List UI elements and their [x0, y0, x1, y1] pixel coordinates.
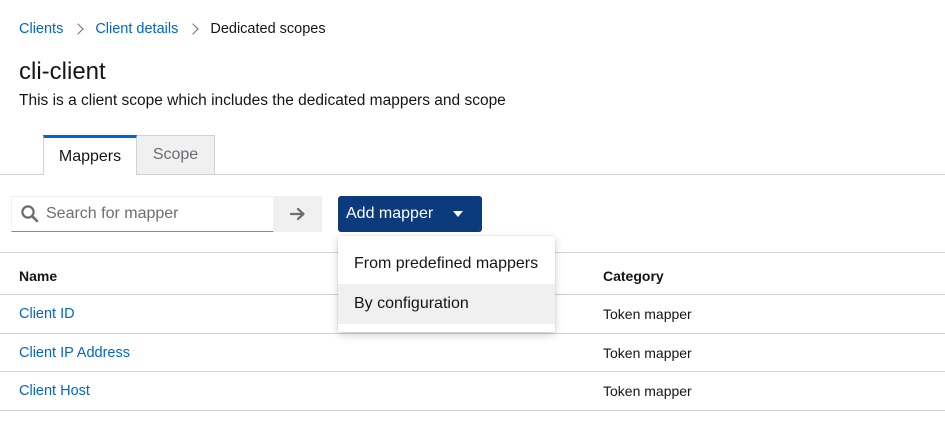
tabs-divider	[0, 174, 945, 175]
search-submit-button[interactable]	[274, 196, 322, 232]
table-row-category: Token mapper	[603, 306, 692, 322]
menu-item-from-predefined-mappers[interactable]: From predefined mappers	[338, 244, 555, 284]
column-header-name[interactable]: Name	[19, 268, 57, 284]
menu-item-label: By configuration	[354, 295, 469, 312]
chevron-right-icon	[72, 23, 84, 35]
add-mapper-button[interactable]: Add mapper	[338, 196, 482, 232]
row-divider	[0, 410, 945, 411]
table-row-name-link[interactable]: Client IP Address	[19, 345, 130, 361]
add-mapper-dropdown-menu: From predefined mappers By configuration	[338, 236, 555, 332]
breadcrumb: Clients Client details Dedicated scopes	[19, 20, 326, 38]
search-icon	[21, 205, 39, 223]
breadcrumb-client-details-link[interactable]: Client details	[95, 20, 178, 38]
table-row-category: Token mapper	[603, 345, 692, 361]
table-row-name-link[interactable]: Client Host	[19, 383, 90, 399]
row-divider	[0, 371, 945, 372]
page: Clients Client details Dedicated scopes …	[0, 0, 945, 448]
column-header-category[interactable]: Category	[603, 268, 664, 284]
search-input[interactable]	[46, 205, 266, 223]
row-divider	[0, 333, 945, 334]
tab-scope-label: Scope	[152, 146, 199, 163]
table-row-category: Token mapper	[603, 383, 692, 399]
menu-item-by-configuration[interactable]: By configuration	[338, 284, 555, 324]
arrow-right-icon	[290, 207, 305, 221]
tab-mappers[interactable]: Mappers	[43, 135, 137, 175]
tab-mappers-label: Mappers	[58, 147, 122, 165]
table-row-name-link[interactable]: Client ID	[19, 306, 75, 322]
chevron-right-icon	[187, 23, 200, 35]
tab-scope[interactable]: Scope	[137, 135, 215, 174]
add-mapper-label: Add mapper	[346, 205, 434, 222]
page-title: cli-client	[19, 58, 106, 85]
page-description: This is a client scope which includes th…	[19, 92, 506, 109]
search-box	[11, 196, 274, 232]
breadcrumb-clients-link[interactable]: Clients	[19, 20, 63, 38]
breadcrumb-current: Dedicated scopes	[210, 21, 326, 37]
menu-item-label: From predefined mappers	[354, 255, 539, 272]
caret-down-icon	[453, 211, 464, 217]
